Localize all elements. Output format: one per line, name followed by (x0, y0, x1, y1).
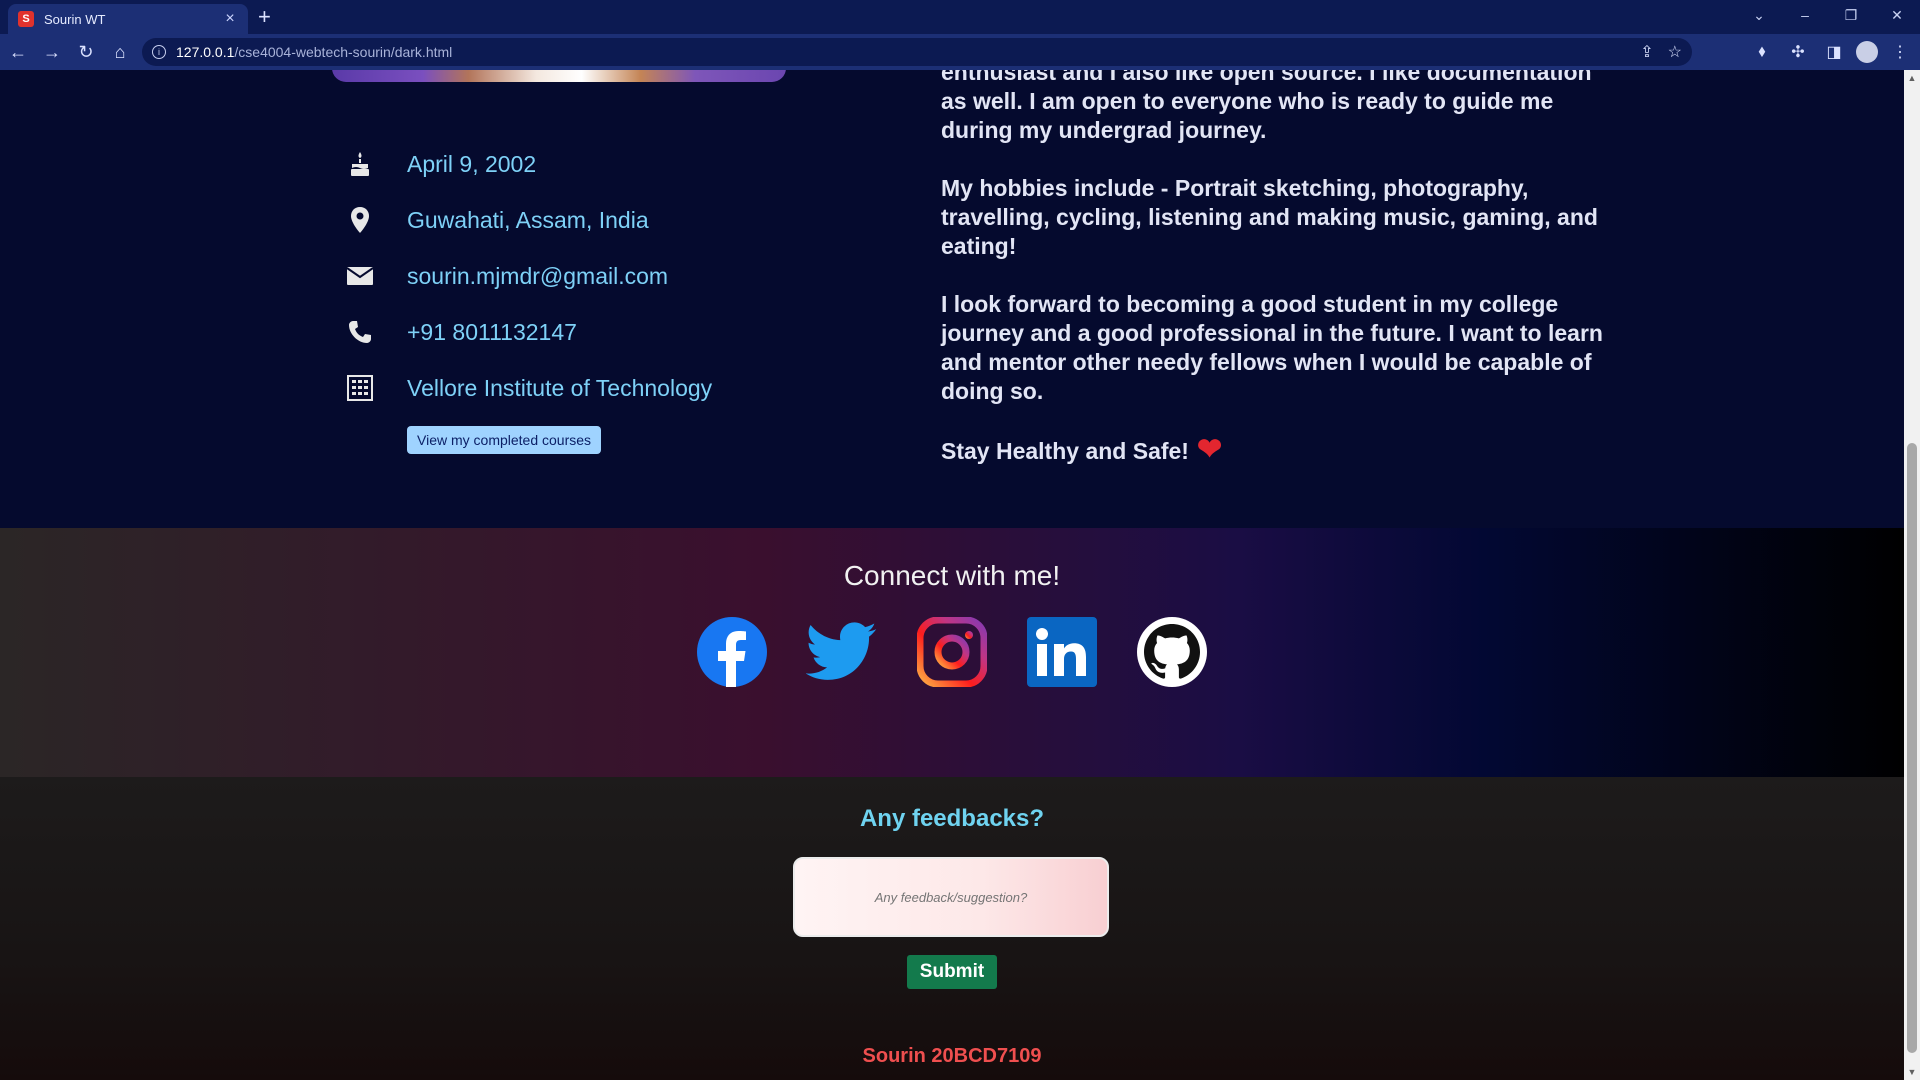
email-link[interactable]: sourin.mjmdr@gmail.com (407, 263, 668, 290)
site-favicon-icon: S (18, 11, 34, 27)
view-courses-button[interactable]: View my completed courses (407, 426, 602, 454)
address-bar[interactable]: i 127.0.0.1 /cse4004-webtech-sourin/dark… (142, 38, 1692, 66)
phone-text: +91 8011132147 (407, 318, 577, 345)
envelope-icon (345, 261, 375, 291)
bio-paragraph: My hobbies include - Portrait sketching,… (941, 175, 1598, 259)
bio-paragraph: enthusiast and I also like open source. … (941, 70, 1592, 143)
info-row-college: Vellore Institute of Technology (345, 360, 712, 416)
birthday-cake-icon (345, 149, 375, 179)
submit-button[interactable]: Submit (907, 955, 997, 989)
birthday-text: April 9, 2002 (407, 150, 537, 177)
tab-search-icon[interactable]: ⌄ (1736, 0, 1782, 30)
profile-photo (332, 70, 786, 82)
close-window-icon[interactable]: ✕ (1874, 0, 1920, 30)
personal-info-list: April 9, 2002 Guwahati, Assam, India sou… (345, 136, 712, 416)
scroll-up-arrow-icon[interactable]: ▲ (1904, 70, 1920, 86)
scroll-down-arrow-icon[interactable]: ▼ (1904, 1064, 1920, 1080)
url-path: /cse4004-webtech-sourin/dark.html (234, 44, 453, 60)
info-row-birthday: April 9, 2002 (345, 136, 712, 192)
browser-tab-strip: S Sourin WT × + ⌄ – ❐ ✕ (0, 0, 1920, 34)
bookmark-star-icon[interactable]: ☆ (1668, 42, 1682, 62)
bio-paragraph: I look forward to becoming a good studen… (941, 291, 1603, 404)
feedback-input[interactable] (793, 857, 1109, 937)
minimize-icon[interactable]: – (1782, 0, 1828, 30)
back-arrow-icon[interactable]: ← (2, 36, 34, 68)
url-host: 127.0.0.1 (176, 44, 235, 60)
about-section: April 9, 2002 Guwahati, Assam, India sou… (0, 70, 1904, 528)
location-pin-icon (345, 205, 375, 235)
page-scrollbar[interactable]: ▲ ▼ (1904, 70, 1920, 1080)
tab-close-icon[interactable]: × (222, 10, 238, 28)
feedback-title: Any feedbacks? (859, 805, 1045, 832)
closing-text: Stay Healthy and Safe! (941, 438, 1189, 464)
home-icon[interactable]: ⌂ (104, 36, 136, 68)
connect-title: Connect with me! (843, 560, 1061, 591)
site-info-icon[interactable]: i (152, 45, 166, 59)
twitter-icon[interactable] (806, 616, 878, 688)
bio-text: enthusiast and I also like open source. … (941, 70, 1621, 495)
info-row-location: Guwahati, Assam, India (345, 192, 712, 248)
instagram-icon[interactable] (916, 616, 988, 688)
browser-toolbar: ← → ↻ ⌂ i 127.0.0.1 /cse4004-webtech-sou… (0, 34, 1920, 70)
scrollbar-thumb[interactable] (1907, 443, 1917, 1053)
reload-icon[interactable]: ↻ (70, 36, 102, 68)
info-row-phone: +91 8011132147 (345, 304, 712, 360)
location-text: Guwahati, Assam, India (407, 206, 649, 233)
building-icon (345, 373, 375, 403)
extension-ink-icon[interactable]: ⬧ (1748, 36, 1776, 68)
tab-title: Sourin WT (44, 11, 106, 27)
heart-emoji-icon: ❤ (1196, 433, 1223, 466)
linkedin-icon[interactable] (1026, 616, 1098, 688)
closing-line: Stay Healthy and Safe! ❤ (941, 435, 1621, 466)
extensions-puzzle-icon[interactable]: ✣ (1784, 36, 1812, 68)
college-text: Vellore Institute of Technology (407, 374, 713, 401)
footer-signature: Sourin 20BCD7109 (862, 1045, 1042, 1067)
forward-arrow-icon[interactable]: → (36, 36, 68, 68)
feedback-section: Any feedbacks? Submit Sourin 20BCD7109 (0, 777, 1904, 1080)
browser-tab[interactable]: S Sourin WT × (8, 4, 248, 34)
phone-icon (345, 317, 375, 347)
connect-section: Connect with me! (0, 528, 1904, 777)
restore-icon[interactable]: ❐ (1828, 0, 1874, 30)
window-controls: ⌄ – ❐ ✕ (1736, 0, 1920, 30)
github-icon[interactable] (1136, 616, 1208, 688)
new-tab-button[interactable]: + (258, 6, 271, 28)
social-links (696, 616, 1208, 688)
profile-avatar[interactable] (1856, 41, 1878, 63)
side-panel-icon[interactable]: ◨ (1820, 36, 1848, 68)
facebook-icon[interactable] (696, 616, 768, 688)
share-icon[interactable]: ⇪ (1640, 42, 1653, 62)
menu-kebab-icon[interactable]: ⋮ (1886, 36, 1914, 68)
page-viewport: April 9, 2002 Guwahati, Assam, India sou… (0, 70, 1904, 1080)
info-row-email: sourin.mjmdr@gmail.com (345, 248, 712, 304)
